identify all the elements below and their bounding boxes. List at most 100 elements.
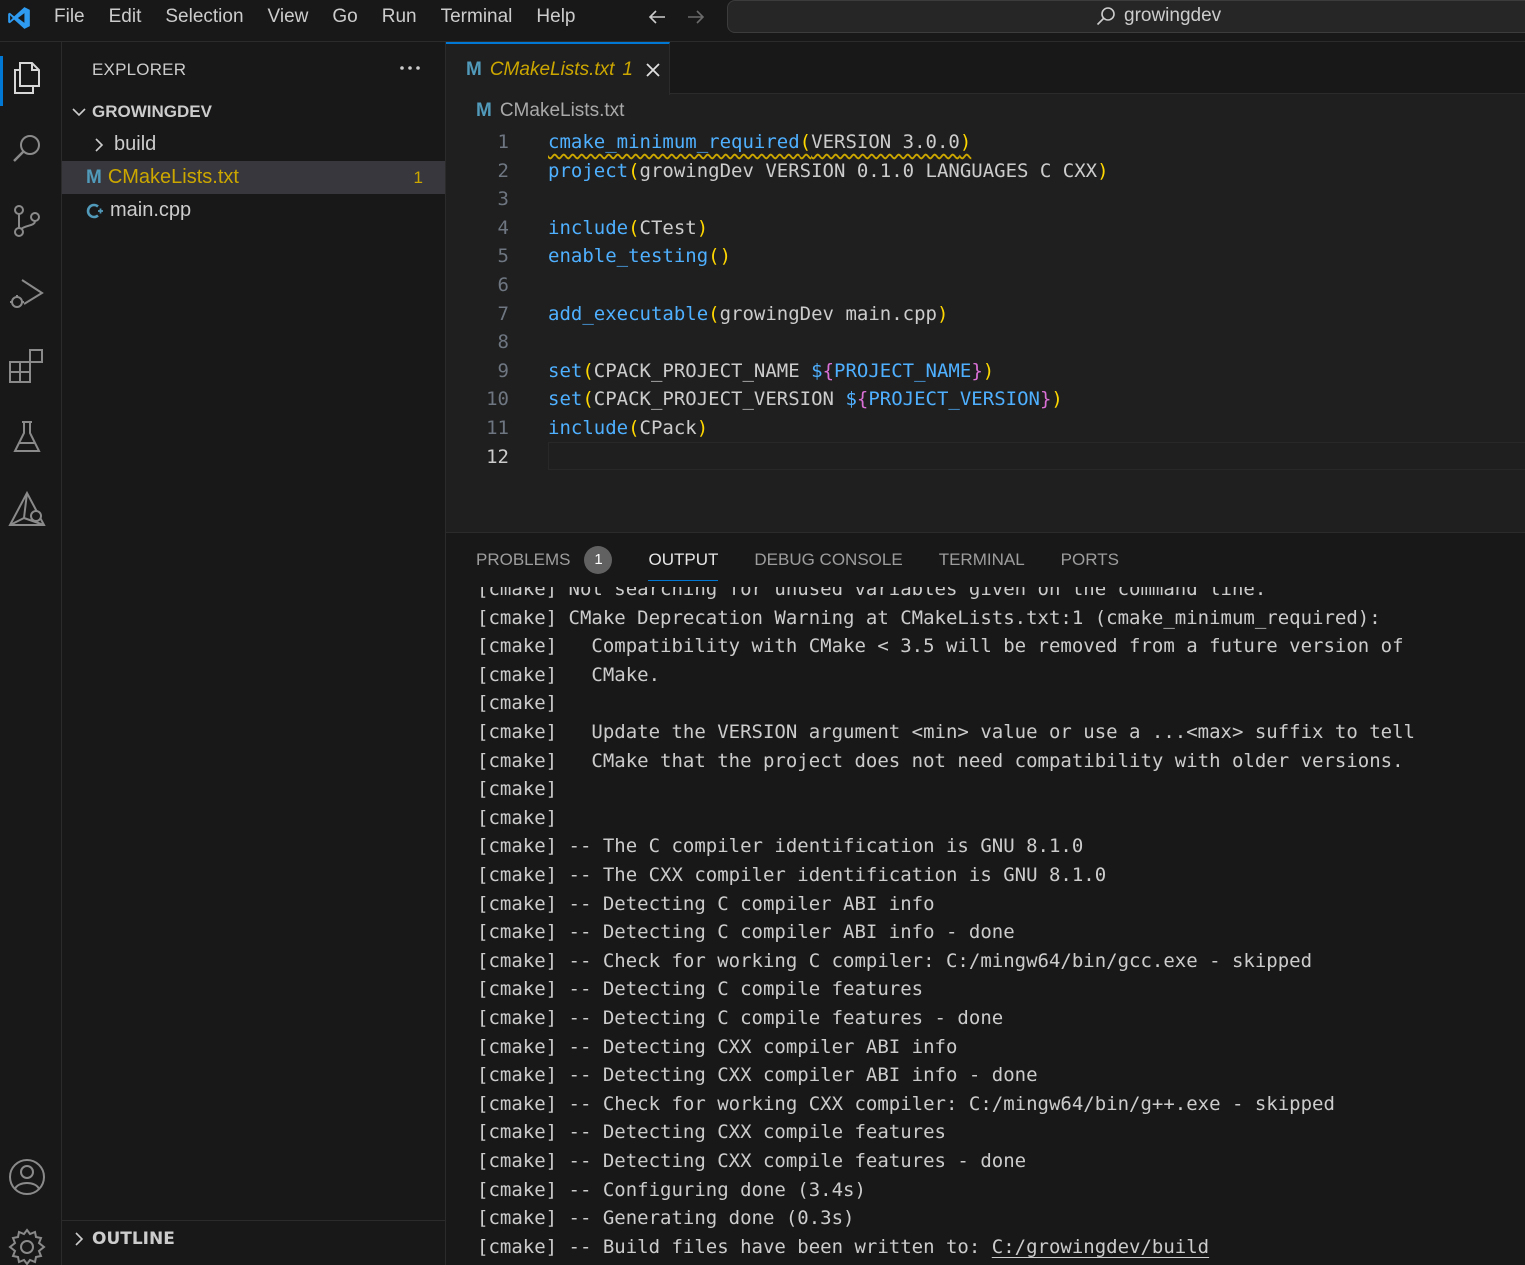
code-token: ( (628, 216, 640, 239)
code-line: 5 enable_testing() (446, 242, 1525, 271)
cmake-file-icon: M (476, 100, 492, 121)
problem-count-badge: 1 (413, 167, 423, 187)
code-token: ( (582, 359, 594, 382)
code-token: cmake_minimum_required (548, 131, 800, 153)
code-line: 7 add_executable(growingDev main.cpp) (446, 300, 1525, 329)
code-token: $ (845, 388, 857, 411)
code-token: ) (982, 359, 995, 382)
tab-debug-console[interactable]: DEBUG CONSOLE (754, 533, 902, 587)
code-text: set(CPACK_PROJECT_VERSION ${PROJECT_VERS… (548, 385, 1063, 414)
code-line: 3 (446, 185, 1525, 214)
cmake-icon[interactable] (6, 488, 48, 530)
code-token: CTest (639, 216, 697, 239)
output-line: [cmake] -- Detecting CXX compile feature… (477, 1121, 946, 1144)
search-icon[interactable] (6, 128, 48, 170)
tree-item-main-cpp[interactable]: main.cpp (62, 194, 445, 227)
panel-tab-label: PROBLEMS (476, 550, 571, 569)
code-line: 4 include(CTest) (446, 214, 1525, 243)
code-token: ( (582, 388, 594, 411)
line-number: 10 (486, 388, 509, 411)
code-token: ( (799, 131, 812, 153)
output-line: [cmake] -- Check for working C compiler:… (477, 949, 1313, 972)
code-token: PROJECT_NAME (834, 359, 972, 382)
code-token: $ (811, 359, 823, 382)
close-icon[interactable] (643, 60, 663, 80)
code-text: set(CPACK_PROJECT_NAME ${PROJECT_NAME}) (548, 357, 994, 386)
build-path-link[interactable]: C:/growingdev/build (992, 1236, 1209, 1258)
code-editor[interactable]: 1 cmake_minimum_required(VERSION 3.0.0) 2 p… (446, 128, 1525, 528)
output-line: [cmake] -- Detecting CXX compile feature… (477, 1150, 1027, 1172)
output-line: [cmake] -- The CXX compiler identificati… (477, 864, 1107, 886)
menu-view[interactable]: View (256, 0, 321, 34)
code-token: } (1039, 388, 1052, 411)
panel-tab-label: PORTS (1060, 550, 1119, 569)
tab-problems[interactable]: PROBLEMS 1 (476, 533, 613, 587)
tree-item-label: build (114, 133, 157, 155)
output-line: [cmake] CMake that the project does not … (477, 749, 1404, 772)
search-icon (1096, 7, 1115, 26)
panel-tab-label: TERMINAL (938, 550, 1025, 569)
menu-help[interactable]: Help (524, 0, 587, 34)
menu-go[interactable]: Go (320, 0, 369, 34)
tab-cmakelists[interactable]: M CMakeLists.txt 1 (446, 42, 670, 95)
output-line: [cmake] -- Check for working CXX compile… (477, 1092, 1335, 1115)
tab-output[interactable]: OUTPUT (648, 533, 718, 587)
output-line: [cmake] -- Detecting CXX compiler ABI in… (477, 1064, 1038, 1087)
tree-item-build[interactable]: build (62, 128, 445, 161)
sidebar-title: EXPLORER (92, 60, 187, 79)
line-number: 6 (497, 274, 509, 296)
menu-terminal[interactable]: Terminal (429, 0, 525, 34)
code-token: ) (1051, 388, 1063, 411)
extensions-icon[interactable] (6, 344, 48, 386)
code-token: ) (1097, 159, 1109, 182)
more-actions-icon[interactable] (398, 56, 422, 80)
files-icon[interactable] (6, 56, 48, 98)
tab-ports[interactable]: PORTS (1061, 533, 1119, 587)
tab-problem-count: 1 (622, 58, 633, 80)
source-control-icon[interactable] (6, 200, 48, 242)
code-token: ) (696, 417, 709, 439)
tab-terminal[interactable]: TERMINAL (939, 533, 1025, 587)
code-line: 10 set(CPACK_PROJECT_VERSION ${PROJECT_VE… (446, 385, 1525, 414)
menu-edit[interactable]: Edit (97, 0, 154, 34)
output-line: [cmake] -- Detecting C compile features … (477, 1007, 1004, 1029)
code-token: growingDev main.cpp (719, 302, 937, 325)
output-line: [cmake] -- Configuring done (3.4s) (477, 1178, 866, 1201)
code-token: { (822, 359, 835, 382)
line-number: 4 (497, 216, 509, 239)
output-line: [cmake] (477, 692, 558, 715)
code-token: include (548, 216, 629, 239)
breadcrumb-file: CMakeLists.txt (499, 100, 625, 121)
code-line: 8 (446, 328, 1525, 357)
output-view[interactable]: [cmake] Not searching for unused variabl… (446, 587, 1525, 1265)
code-token: PROJECT_VERSION (868, 388, 1040, 411)
account-icon[interactable] (6, 1156, 48, 1198)
menu-run[interactable]: Run (370, 0, 429, 34)
line-number: 3 (497, 188, 509, 211)
code-text: project(growingDev VERSION 0.1.0 LANGUAG… (548, 157, 1109, 186)
menu-file[interactable]: File (42, 0, 97, 34)
code-token: { (856, 388, 869, 411)
outline-section-header[interactable]: OUTLINE (62, 1220, 445, 1256)
output-line: [cmake] Compatibility with CMake < 3.5 w… (477, 635, 1404, 658)
arrow-left-icon[interactable] (644, 5, 670, 29)
tree-item-cmakelists[interactable]: M CMakeLists.txt 1 (62, 161, 445, 194)
settings-gear-icon[interactable] (6, 1226, 48, 1265)
arrow-right-icon[interactable] (683, 5, 709, 29)
chevron-down-icon (72, 107, 86, 116)
line-number: 7 (497, 302, 509, 325)
testing-flask-icon[interactable] (6, 416, 48, 458)
command-center-search[interactable]: growingdev (727, 0, 1525, 33)
menu-selection[interactable]: Selection (153, 0, 255, 34)
breadcrumb[interactable]: M CMakeLists.txt (476, 100, 624, 122)
folder-growingdev[interactable]: GROWINGDEV (62, 95, 445, 128)
run-debug-icon[interactable] (6, 272, 48, 314)
code-token: project (548, 159, 629, 182)
code-text: include(CTest) (548, 214, 708, 243)
title-bar: File Edit Selection View Go Run Terminal Help g… (0, 0, 1525, 42)
code-token: ( (708, 302, 720, 325)
code-token: enable_testing (548, 245, 709, 268)
bottom-panel: PROBLEMS 1 OUTPUT DEBUG CONSOLE TERMINAL PORT… (446, 532, 1525, 1265)
panel-tab-bar: PROBLEMS 1 OUTPUT DEBUG CONSOLE TERMINAL PORT… (446, 533, 1525, 587)
code-line: 6 (446, 271, 1525, 300)
